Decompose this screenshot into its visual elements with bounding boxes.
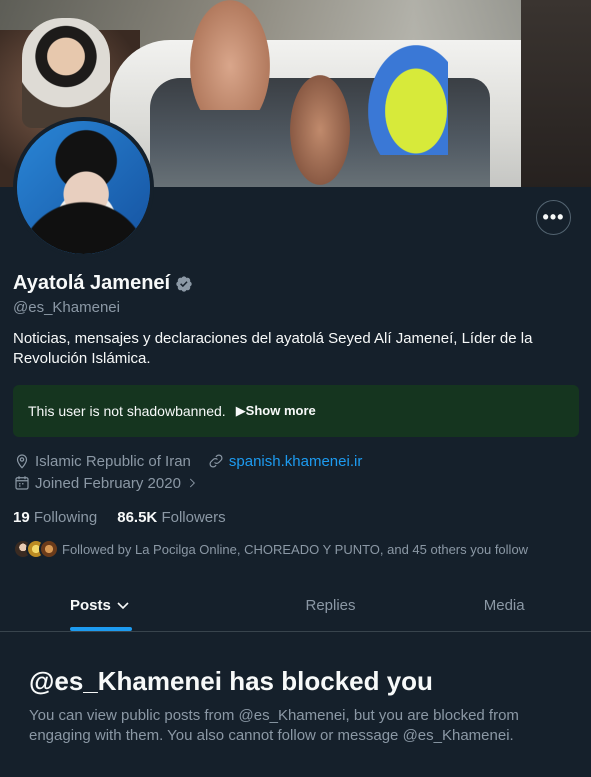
follower-avatar bbox=[39, 539, 59, 559]
tab-replies[interactable]: Replies bbox=[244, 580, 418, 631]
tab-posts-label: Posts bbox=[70, 597, 111, 614]
tab-media-label: Media bbox=[483, 597, 525, 614]
following-count: 19 bbox=[13, 509, 30, 526]
chevron-right-icon[interactable] bbox=[185, 476, 199, 490]
show-more-button[interactable]: ▶Show more bbox=[236, 403, 316, 419]
followers-label: Followers bbox=[161, 509, 226, 526]
followed-by-text: Followed by La Pocilga Online, CHOREADO … bbox=[62, 541, 529, 557]
location-pin-icon bbox=[16, 454, 28, 469]
shadowban-notice: This user is not shadowbanned. ▶Show mor… bbox=[13, 385, 579, 437]
profile-tabs: Posts Replies Media bbox=[0, 580, 591, 632]
follower-avatars bbox=[13, 539, 59, 559]
profile-website-link[interactable]: spanish.khamenei.ir bbox=[229, 453, 362, 470]
banner-raised-hand bbox=[190, 0, 270, 110]
avatar-image bbox=[17, 121, 150, 254]
chevron-down-icon bbox=[117, 601, 129, 609]
followed-by-row[interactable]: Followed by La Pocilga Online, CHOREADO … bbox=[13, 539, 528, 559]
followers-link[interactable]: 86.5K Followers bbox=[117, 509, 225, 526]
blocked-title: @es_Khamenei has blocked you bbox=[29, 666, 433, 696]
profile-meta-joined-row: Joined February 2020 bbox=[13, 474, 199, 492]
profile-bio: Noticias, mensajes y declaraciones del a… bbox=[13, 330, 533, 367]
profile-meta-location-row: Islamic Republic of Iran spanish.khamene… bbox=[13, 452, 362, 470]
more-options-button[interactable]: ••• bbox=[536, 200, 571, 235]
followers-count: 86.5K bbox=[117, 509, 158, 526]
tab-media[interactable]: Media bbox=[417, 580, 591, 631]
calendar-icon bbox=[15, 476, 29, 490]
link-icon bbox=[209, 454, 223, 468]
banner-crowd-right bbox=[521, 0, 591, 187]
following-link[interactable]: 19 Following bbox=[13, 509, 97, 526]
blocked-description: You can view public posts from @es_Khame… bbox=[29, 707, 519, 744]
profile-name: Ayatolá Jameneí bbox=[13, 272, 171, 294]
profile-joined-date[interactable]: Joined February 2020 bbox=[35, 475, 181, 492]
banner-raised-hand-2 bbox=[290, 75, 350, 185]
profile-name-row: Ayatolá Jameneí bbox=[13, 272, 193, 295]
profile-handle: @es_Khamenei bbox=[13, 299, 120, 316]
tab-posts[interactable]: Posts bbox=[0, 580, 244, 631]
banner-person bbox=[22, 18, 110, 128]
follow-stats: 19 Following 86.5K Followers bbox=[13, 509, 226, 526]
active-tab-indicator bbox=[70, 627, 132, 631]
shadowban-message: This user is not shadowbanned. bbox=[28, 403, 226, 419]
tab-replies-label: Replies bbox=[305, 597, 356, 614]
following-label: Following bbox=[33, 509, 98, 526]
banner-glove-hand bbox=[368, 45, 448, 155]
more-icon: ••• bbox=[542, 207, 565, 227]
profile-location: Islamic Republic of Iran bbox=[35, 452, 191, 470]
profile-avatar[interactable] bbox=[13, 117, 154, 258]
verified-badge-icon[interactable] bbox=[175, 275, 193, 293]
